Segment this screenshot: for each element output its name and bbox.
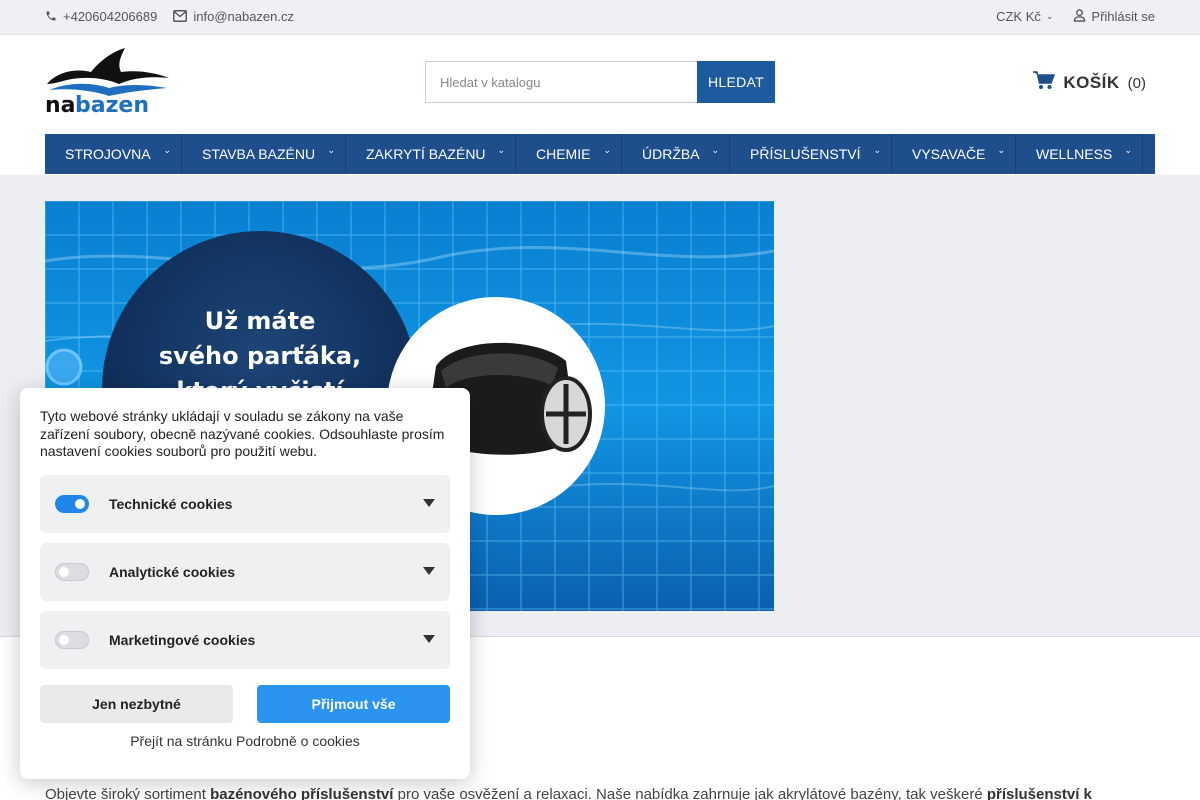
- cookie-consent-text: Tyto webové stránky ukládají v souladu s…: [40, 408, 445, 459]
- technical-cookies-toggle[interactable]: [55, 495, 89, 513]
- cookie-category-analytics[interactable]: Analytické cookies: [40, 543, 450, 601]
- currency-selector[interactable]: CZK Kč ⌄: [996, 9, 1053, 24]
- banner-line-2: svého parťáka,: [159, 342, 361, 370]
- nav-item-udrzba[interactable]: ÚDRŽBA ⌄: [622, 134, 730, 174]
- nav-item-stavba-bazenu[interactable]: STAVBA BAZÉNU ⌄: [182, 134, 346, 174]
- expand-arrow-icon[interactable]: [423, 567, 435, 575]
- cookie-category-label: Technické cookies: [109, 496, 233, 512]
- search-button[interactable]: HLEDAT: [697, 61, 775, 103]
- nav-item-label: ÚDRŽBA: [642, 146, 700, 162]
- banner-line-1: Už máte: [205, 307, 316, 335]
- intro-link-accessories[interactable]: příslušenství k: [987, 786, 1092, 800]
- intro-text: Objevte široký sortiment bazénového přís…: [45, 786, 1092, 800]
- nav-item-label: VYSAVAČE: [912, 146, 986, 162]
- nav-item-chemie[interactable]: CHEMIE ⌄: [516, 134, 622, 174]
- cookie-category-marketing[interactable]: Marketingové cookies: [40, 611, 450, 669]
- main-nav: STROJOVNA ⌄ STAVBA BAZÉNU ⌄ ZAKRYTÍ BAZÉ…: [45, 134, 1155, 174]
- analytics-cookies-toggle[interactable]: [55, 563, 89, 581]
- nav-item-label: ZAKRYTÍ BAZÉNU: [366, 146, 486, 162]
- email-address: info@nabazen.cz: [193, 9, 295, 24]
- cart-icon: [1033, 71, 1056, 95]
- chevron-down-icon: ⌄: [1045, 11, 1054, 21]
- expand-arrow-icon[interactable]: [423, 635, 435, 643]
- nav-item-zakryti-bazenu[interactable]: ZAKRYTÍ BAZÉNU ⌄: [346, 134, 516, 174]
- cart-link[interactable]: KOŠÍK (0): [1033, 71, 1146, 95]
- chevron-down-icon: ⌄: [873, 145, 881, 155]
- nav-item-strojovna[interactable]: STROJOVNA ⌄: [45, 134, 182, 174]
- marketing-cookies-toggle[interactable]: [55, 631, 89, 649]
- necessary-only-button[interactable]: Jen nezbytné: [40, 685, 233, 723]
- site-logo[interactable]: na bazen: [45, 44, 170, 118]
- phone-icon: [45, 10, 57, 24]
- cookie-category-label: Analytické cookies: [109, 564, 236, 580]
- nav-item-label: WELLNESS: [1036, 146, 1113, 162]
- topbar: +420604206689 info@nabazen.cz CZK Kč ⌄ P…: [0, 0, 1200, 35]
- search-form: HLEDAT: [425, 61, 775, 103]
- contact-info: +420604206689 info@nabazen.cz: [45, 9, 294, 24]
- login-label: Přihlásit se: [1091, 9, 1155, 24]
- nav-item-label: PŘÍSLUŠENSTVÍ: [750, 146, 861, 162]
- nav-item-vysavace[interactable]: VYSAVAČE ⌄: [892, 134, 1016, 174]
- login-link[interactable]: Přihlásit se: [1073, 9, 1155, 24]
- envelope-icon: [173, 9, 188, 24]
- cookie-details-link[interactable]: Přejít na stránku Podrobně o cookies: [20, 733, 470, 749]
- chevron-down-icon: ⌄: [603, 145, 611, 155]
- accept-all-button[interactable]: Přijmout vše: [257, 685, 450, 723]
- cookie-category-technical[interactable]: Technické cookies: [40, 475, 450, 533]
- cookie-consent-dialog: Tyto webové stránky ukládají v souladu s…: [20, 388, 470, 779]
- intro-text-part: Objevte široký sortiment: [45, 786, 211, 800]
- chevron-down-icon: ⌄: [711, 145, 719, 155]
- header: na bazen HLEDAT KOŠÍK (0): [0, 35, 1200, 134]
- chevron-down-icon: ⌄: [163, 145, 171, 155]
- phone-link[interactable]: +420604206689: [45, 9, 157, 24]
- cookie-category-label: Marketingové cookies: [109, 632, 256, 648]
- chevron-down-icon: ⌄: [1124, 145, 1132, 155]
- topbar-right: CZK Kč ⌄ Přihlásit se: [996, 9, 1155, 24]
- chevron-down-icon: ⌄: [327, 145, 335, 155]
- user-icon: [1073, 9, 1086, 24]
- nav-item-prislusenstvi[interactable]: PŘÍSLUŠENSTVÍ ⌄: [730, 134, 892, 174]
- chevron-down-icon: ⌄: [997, 145, 1005, 155]
- currency-label: CZK Kč: [996, 9, 1041, 24]
- search-input[interactable]: [425, 61, 697, 103]
- nav-item-wellness[interactable]: WELLNESS ⌄: [1016, 134, 1143, 174]
- cart-label: KOŠÍK: [1063, 73, 1120, 92]
- svg-text:bazen: bazen: [75, 93, 149, 116]
- intro-link-pool-accessories[interactable]: bazénového příslušenství: [210, 786, 393, 800]
- email-link[interactable]: info@nabazen.cz: [173, 9, 294, 24]
- phone-number: +420604206689: [63, 9, 158, 24]
- chevron-down-icon: ⌄: [497, 145, 505, 155]
- nav-item-label: CHEMIE: [536, 146, 591, 162]
- cart-count: (0): [1127, 74, 1146, 92]
- expand-arrow-icon[interactable]: [423, 499, 435, 507]
- nav-item-label: STROJOVNA: [65, 146, 151, 162]
- svg-text:na: na: [45, 93, 76, 116]
- intro-text-part: pro vaše osvěžení a relaxaci. Naše nabíd…: [393, 786, 987, 800]
- nav-item-label: STAVBA BAZÉNU: [202, 146, 316, 162]
